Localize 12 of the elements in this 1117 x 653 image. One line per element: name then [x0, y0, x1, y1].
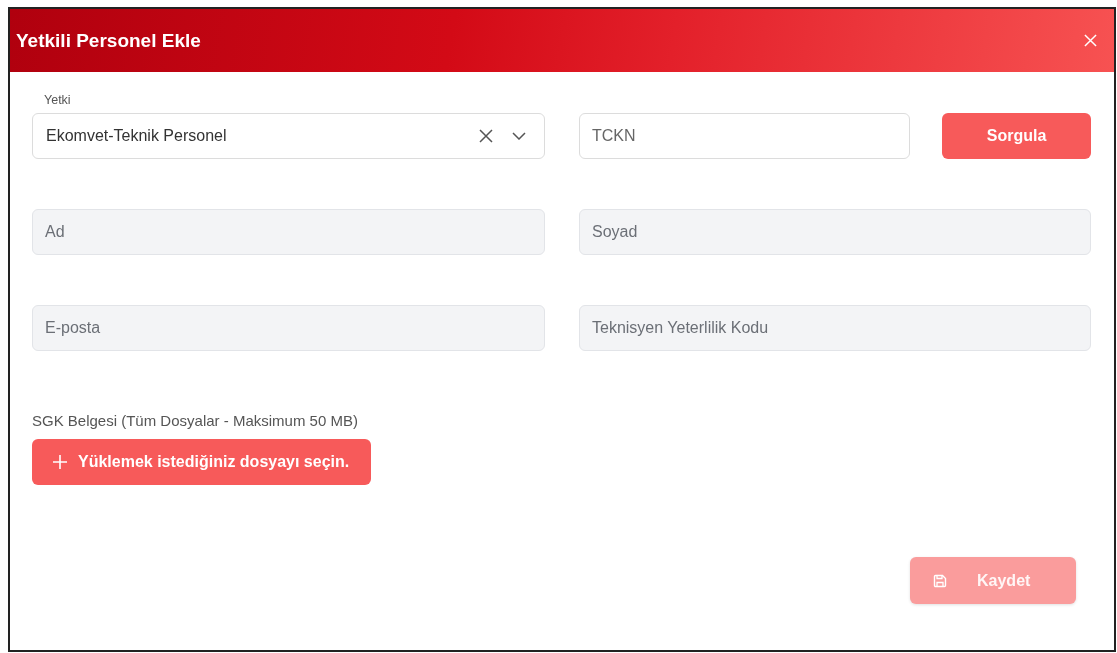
query-button[interactable]: Sorgula: [942, 113, 1091, 159]
clear-icon[interactable]: [479, 129, 493, 143]
plus-icon: [53, 455, 67, 469]
upload-label: SGK Belgesi (Tüm Dosyalar - Maksimum 50 MB): [32, 411, 358, 431]
floppy-disk-icon: [933, 573, 947, 588]
dialog-title: Yetkili Personel Ekle: [16, 29, 201, 52]
chevron-down-icon[interactable]: [512, 132, 526, 140]
upload-button[interactable]: Yüklemek istediğiniz dosyayı seçin.: [32, 439, 372, 485]
field-label: Yetki: [44, 92, 72, 109]
select-field[interactable]: Ekomvet-Teknik Personel: [32, 113, 545, 159]
tckn-field[interactable]: TCKN: [579, 113, 910, 159]
close-icon[interactable]: [1084, 34, 1097, 47]
